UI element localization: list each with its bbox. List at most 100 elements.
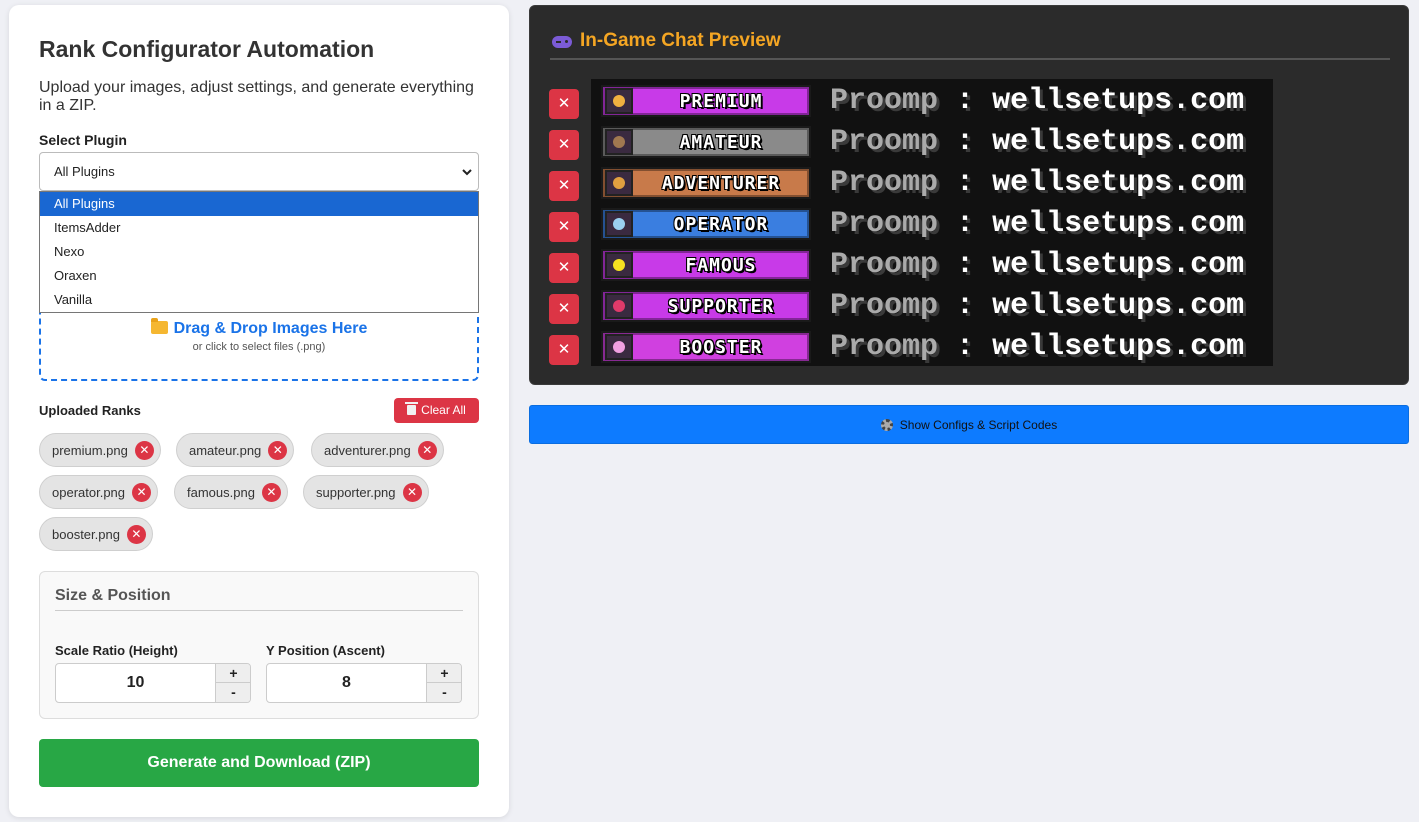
plugin-select-value: All Plugins (54, 164, 115, 179)
plugin-option-nexo[interactable]: Nexo (40, 240, 478, 264)
rank-badge: ADVENTURER (601, 167, 811, 199)
remove-file-icon[interactable]: ✕ (261, 482, 281, 502)
preview-title: In-Game Chat Preview (580, 30, 781, 51)
trash-icon (405, 402, 419, 415)
chat-message: Proomp : wellsetups.com (830, 245, 1244, 286)
file-chip-name: booster.png (52, 526, 120, 542)
remove-file-icon[interactable]: ✕ (268, 440, 288, 460)
uploaded-ranks-label: Uploaded Ranks (39, 403, 141, 418)
remove-rank-button[interactable]: ✕ (549, 294, 579, 324)
rank-badge-label: SUPPORTER (667, 295, 775, 317)
y-position-stepper: 8 + - (266, 663, 462, 703)
scale-increment-button[interactable]: + (215, 664, 250, 683)
player-name: Proomp (830, 125, 939, 159)
plugin-option-all[interactable]: All Plugins (40, 192, 478, 216)
select-plugin-label: Select Plugin (39, 132, 127, 148)
chat-line: ✕ SUPPORTER Proomp : wellsetups.com (530, 286, 1290, 327)
file-chip-name: premium.png (52, 442, 128, 458)
rank-badge-label: OPERATOR (673, 213, 769, 235)
remove-rank-button[interactable]: ✕ (549, 171, 579, 201)
plugin-dropdown-list: All Plugins ItemsAdder Nexo Oraxen Vanil… (39, 191, 479, 313)
plugin-option-oraxen[interactable]: Oraxen (40, 264, 478, 288)
file-chip: famous.png ✕ (174, 475, 288, 509)
player-name: Proomp (830, 166, 939, 200)
chat-text: wellsetups.com (992, 84, 1245, 118)
remove-rank-button[interactable]: ✕ (549, 89, 579, 119)
file-chip: adventurer.png ✕ (311, 433, 444, 467)
plugin-select[interactable]: All Plugins (39, 152, 479, 191)
rank-badge-label: AMATEUR (679, 131, 763, 153)
chat-separator: : (956, 84, 975, 118)
rank-badge-icon (605, 211, 633, 237)
player-name: Proomp (830, 330, 939, 364)
chat-line: ✕ BOOSTER Proomp : wellsetups.com (530, 327, 1290, 368)
divider (55, 610, 463, 611)
y-position-input[interactable]: 8 (267, 664, 426, 702)
show-configs-label: Show Configs & Script Codes (899, 418, 1058, 432)
page-subtitle: Upload your images, adjust settings, and… (39, 79, 474, 114)
rank-badge-label: BOOSTER (679, 336, 763, 358)
generate-download-button[interactable]: Generate and Download (ZIP) (39, 739, 479, 787)
plugin-option-vanilla[interactable]: Vanilla (40, 288, 478, 312)
y-increment-button[interactable]: + (426, 664, 461, 683)
chat-separator: : (956, 248, 975, 282)
rank-badge: OPERATOR (601, 208, 811, 240)
remove-file-icon[interactable]: ✕ (134, 440, 154, 460)
remove-file-icon[interactable]: ✕ (132, 482, 152, 502)
clear-all-label: Clear All (421, 403, 466, 417)
size-position-title: Size & Position (55, 587, 171, 604)
player-name: Proomp (830, 289, 939, 323)
rank-badge: AMATEUR (601, 126, 811, 158)
size-position-section: Size & Position Scale Ratio (Height) 10 … (39, 571, 479, 719)
file-chip-name: supporter.png (316, 484, 396, 500)
chat-separator: : (956, 289, 975, 323)
file-chip-name: adventurer.png (324, 442, 411, 458)
chat-text: wellsetups.com (992, 248, 1245, 282)
rank-badge-icon (605, 88, 633, 114)
show-configs-button[interactable]: Show Configs & Script Codes (529, 405, 1409, 444)
chat-line: ✕ PREMIUM Proomp : wellsetups.com (530, 81, 1290, 122)
chat-text: wellsetups.com (992, 207, 1245, 241)
scale-decrement-button[interactable]: - (215, 683, 250, 702)
rank-badge-icon (605, 129, 633, 155)
plugin-option-itemsadder[interactable]: ItemsAdder (40, 216, 478, 240)
remove-rank-button[interactable]: ✕ (549, 130, 579, 160)
remove-rank-button[interactable]: ✕ (549, 253, 579, 283)
rank-badge: SUPPORTER (601, 290, 811, 322)
divider (550, 58, 1390, 60)
clear-all-button[interactable]: Clear All (394, 398, 479, 423)
rank-badge-label: FAMOUS (685, 254, 757, 276)
chat-message: Proomp : wellsetups.com (830, 122, 1244, 163)
y-position-label: Y Position (Ascent) (266, 643, 385, 658)
page-title: Rank Configurator Automation (39, 36, 375, 62)
chat-message: Proomp : wellsetups.com (830, 204, 1244, 245)
remove-rank-button[interactable]: ✕ (549, 335, 579, 365)
scale-ratio-stepper: 10 + - (55, 663, 251, 703)
chat-text: wellsetups.com (992, 289, 1245, 323)
dropzone-title: Drag & Drop Images Here (173, 320, 368, 337)
chat-line: ✕ OPERATOR Proomp : wellsetups.com (530, 204, 1290, 245)
y-decrement-button[interactable]: - (426, 683, 461, 702)
file-chip-name: amateur.png (189, 442, 262, 458)
rank-badge: BOOSTER (601, 331, 811, 363)
player-name: Proomp (830, 248, 939, 282)
remove-file-icon[interactable]: ✕ (126, 524, 146, 544)
gear-icon (880, 419, 893, 431)
chat-text: wellsetups.com (992, 166, 1245, 200)
folder-icon (150, 318, 168, 334)
remove-file-icon[interactable]: ✕ (417, 440, 437, 460)
file-chip: supporter.png ✕ (303, 475, 429, 509)
chat-preview-panel: In-Game Chat Preview ✕ PREMIUM Proomp : we… (529, 5, 1409, 385)
scale-ratio-input[interactable]: 10 (56, 664, 215, 702)
chat-message: Proomp : wellsetups.com (830, 163, 1244, 204)
remove-rank-button[interactable]: ✕ (549, 212, 579, 242)
file-chip: amateur.png ✕ (176, 433, 295, 467)
remove-file-icon[interactable]: ✕ (402, 482, 422, 502)
chat-text: wellsetups.com (992, 125, 1245, 159)
chat-separator: : (956, 125, 975, 159)
player-name: Proomp (830, 207, 939, 241)
rank-badge-icon (605, 252, 633, 278)
chat-separator: : (956, 166, 975, 200)
rank-badge-icon (605, 293, 633, 319)
file-chip: premium.png ✕ (39, 433, 161, 467)
